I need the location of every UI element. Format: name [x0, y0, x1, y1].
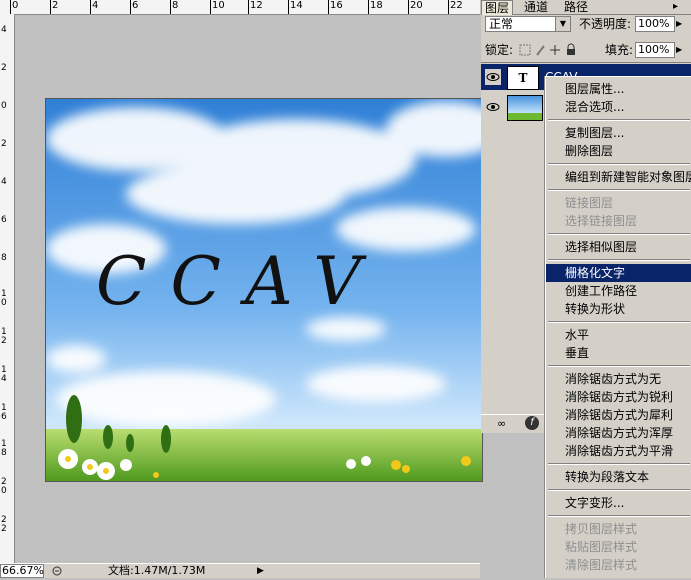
ruler-top-label: 6: [132, 0, 139, 11]
doc-size-info: 文档:1.47M/1.73M: [108, 564, 206, 577]
menu-separator: [548, 259, 690, 261]
menu-item: 选择链接图层: [565, 214, 638, 228]
lock-icons[interactable]: [519, 43, 591, 57]
chevron-down-icon[interactable]: ▼: [555, 17, 570, 31]
menu-item[interactable]: 文字变形...: [546, 494, 691, 512]
ruler-top-label: 2: [52, 0, 59, 11]
menu-item[interactable]: 消除锯齿方式为锐利: [546, 388, 691, 406]
landscape-image: CCAV: [46, 99, 482, 481]
menu-separator: [548, 163, 690, 165]
ruler-left-label: 1 0: [1, 289, 7, 308]
menu-item[interactable]: 混合选项...: [546, 98, 691, 116]
eye-icon[interactable]: [485, 99, 501, 115]
menu-item[interactable]: 转换为形状: [546, 300, 691, 318]
ruler-left-label: 4: [1, 177, 7, 187]
eye-icon[interactable]: [485, 69, 501, 85]
ruler-left-label: 2: [1, 139, 7, 149]
ruler-left[interactable]: 4 2 0 2 4 6 8 1 0 1 2 1 4 1 6 1 8 2 0 2 2: [0, 14, 15, 564]
status-bar: 66.67% 文档:1.47M/1.73M ▶: [0, 563, 480, 578]
menu-item[interactable]: 栅格化文字: [546, 264, 691, 282]
zoom-field[interactable]: 66.67%: [0, 564, 44, 578]
ruler-top[interactable]: 0 2 4 6 8 10 12 14 16 18 20 22: [0, 0, 480, 15]
menu-separator: [548, 463, 690, 465]
menu-item[interactable]: 消除锯齿方式为无: [546, 370, 691, 388]
ruler-top-label: 18: [370, 0, 383, 11]
status-menu-icon[interactable]: [50, 565, 64, 577]
menu-item[interactable]: 水平: [546, 326, 691, 344]
menu-item[interactable]: 创建工作路径: [546, 282, 691, 300]
opacity-input[interactable]: 100%: [635, 16, 675, 32]
blend-mode-select[interactable]: 正常 ▼: [485, 16, 571, 32]
ruler-top-label: 14: [290, 0, 303, 11]
panel-menu-icon[interactable]: ▸: [673, 0, 678, 14]
ruler-top-label: 4: [92, 0, 99, 11]
tab-channels[interactable]: 通道: [521, 0, 551, 14]
ruler-left-label: 6: [1, 215, 7, 225]
ruler-top-label: 0: [12, 0, 19, 11]
ruler-left-label: 1 6: [1, 403, 7, 422]
ruler-top-label: 20: [410, 0, 423, 11]
ruler-left-label: 2 0: [1, 477, 7, 496]
menu-item[interactable]: 转换为段落文本: [546, 468, 691, 486]
menu-item: 链接图层: [565, 196, 614, 210]
ruler-top-label: 8: [172, 0, 179, 11]
menu-item[interactable]: 消除锯齿方式为平滑: [546, 442, 691, 460]
lock-label: 锁定:: [485, 43, 514, 57]
ruler-top-label: 16: [330, 0, 343, 11]
text-layer-thumbnail: T: [507, 66, 539, 90]
menu-item[interactable]: 编组到新建智能对象图层: [546, 168, 691, 186]
ruler-top-label: 22: [450, 0, 463, 11]
menu-item: 粘贴图层样式: [565, 540, 638, 554]
menu-separator: [548, 189, 690, 191]
ruler-left-label: 2: [1, 63, 7, 73]
menu-item[interactable]: 垂直: [546, 344, 691, 362]
menu-item: 拷贝图层样式: [565, 522, 638, 536]
menu-item[interactable]: 图层属性...: [546, 80, 691, 98]
menu-item[interactable]: 消除锯齿方式为浑厚: [546, 424, 691, 442]
fill-label: 填充:: [605, 43, 634, 57]
menu-separator: [548, 321, 690, 323]
menu-separator: [548, 515, 690, 517]
ruler-top-label: 10: [212, 0, 225, 11]
menu-separator: [548, 489, 690, 491]
ruler-top-label: 12: [250, 0, 263, 11]
menu-item[interactable]: 选择相似图层: [546, 238, 691, 256]
canvas-text: CCAV: [96, 243, 385, 320]
ruler-left-label: 1 2: [1, 327, 7, 346]
menu-item: 清除图层样式: [565, 558, 638, 572]
blend-mode-value: 正常: [489, 17, 514, 31]
link-icon[interactable]: ∞: [497, 417, 513, 431]
ruler-left-label: 4: [1, 25, 7, 35]
ruler-left-label: 8: [1, 253, 7, 263]
opacity-arrow-icon[interactable]: ▶: [676, 16, 688, 32]
ruler-left-label: 2 2: [1, 515, 7, 534]
tab-paths[interactable]: 路径: [561, 0, 591, 14]
status-arrow-icon[interactable]: ▶: [257, 565, 267, 577]
fill-arrow-icon[interactable]: ▶: [676, 42, 688, 58]
menu-item[interactable]: 删除图层: [546, 142, 691, 160]
menu-item[interactable]: 复制图层...: [546, 124, 691, 142]
menu-separator: [548, 365, 690, 367]
opacity-label: 不透明度:: [579, 17, 632, 31]
ruler-left-label: 1 8: [1, 439, 7, 458]
tab-layers[interactable]: 图层: [481, 0, 514, 15]
background-layer-thumbnail: [507, 95, 543, 121]
menu-item[interactable]: 消除锯齿方式为犀利: [546, 406, 691, 424]
ruler-left-label: 0: [1, 101, 7, 111]
fill-input[interactable]: 100%: [635, 42, 675, 58]
layer-context-menu: 图层属性... 混合选项... 复制图层... 删除图层编组到新建智能对象图层链接图层…: [545, 76, 691, 578]
menu-separator: [548, 233, 690, 235]
ruler-left-label: 1 4: [1, 365, 7, 384]
fx-icon[interactable]: f: [525, 416, 539, 430]
menu-separator: [548, 119, 690, 121]
document-canvas[interactable]: CCAV: [45, 98, 483, 482]
